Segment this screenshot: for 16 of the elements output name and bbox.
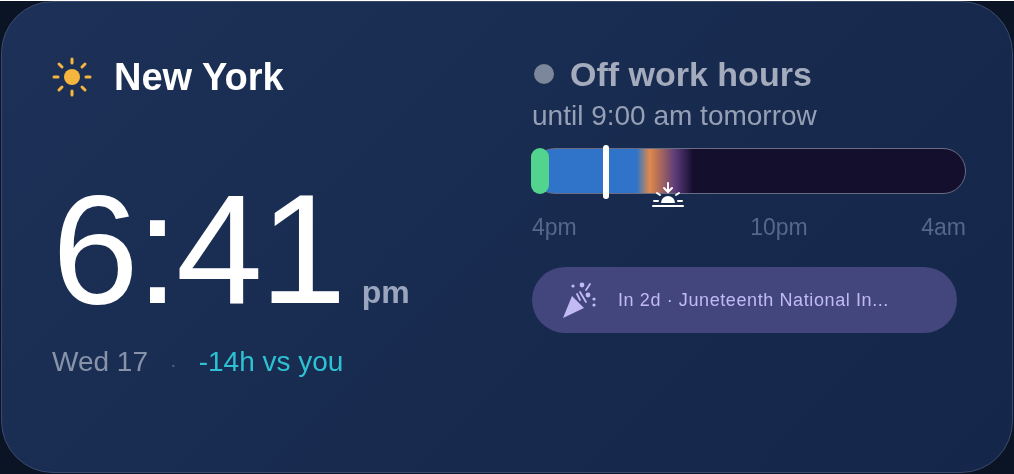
sunset-icon — [652, 182, 684, 208]
time-label: 4am — [921, 214, 966, 241]
start-marker — [531, 148, 549, 194]
status-subtitle: until 9:00 am tomorrow — [532, 100, 818, 132]
meridiem-label: pm — [361, 274, 410, 311]
event-chip[interactable]: In 2d · Juneteenth National In... — [532, 267, 957, 333]
time-label: 10pm — [750, 214, 808, 241]
sun-icon — [52, 57, 92, 97]
time-offset: -14h vs you — [198, 346, 344, 378]
city-name: New York — [114, 55, 284, 99]
status-title: Off work hours — [570, 54, 812, 94]
date-label: Wed 17 — [52, 346, 148, 378]
separator-dot: · — [170, 353, 177, 376]
clock-time: 6:41 — [52, 174, 344, 324]
now-marker[interactable] — [603, 145, 610, 199]
time-label: 4pm — [532, 214, 577, 241]
